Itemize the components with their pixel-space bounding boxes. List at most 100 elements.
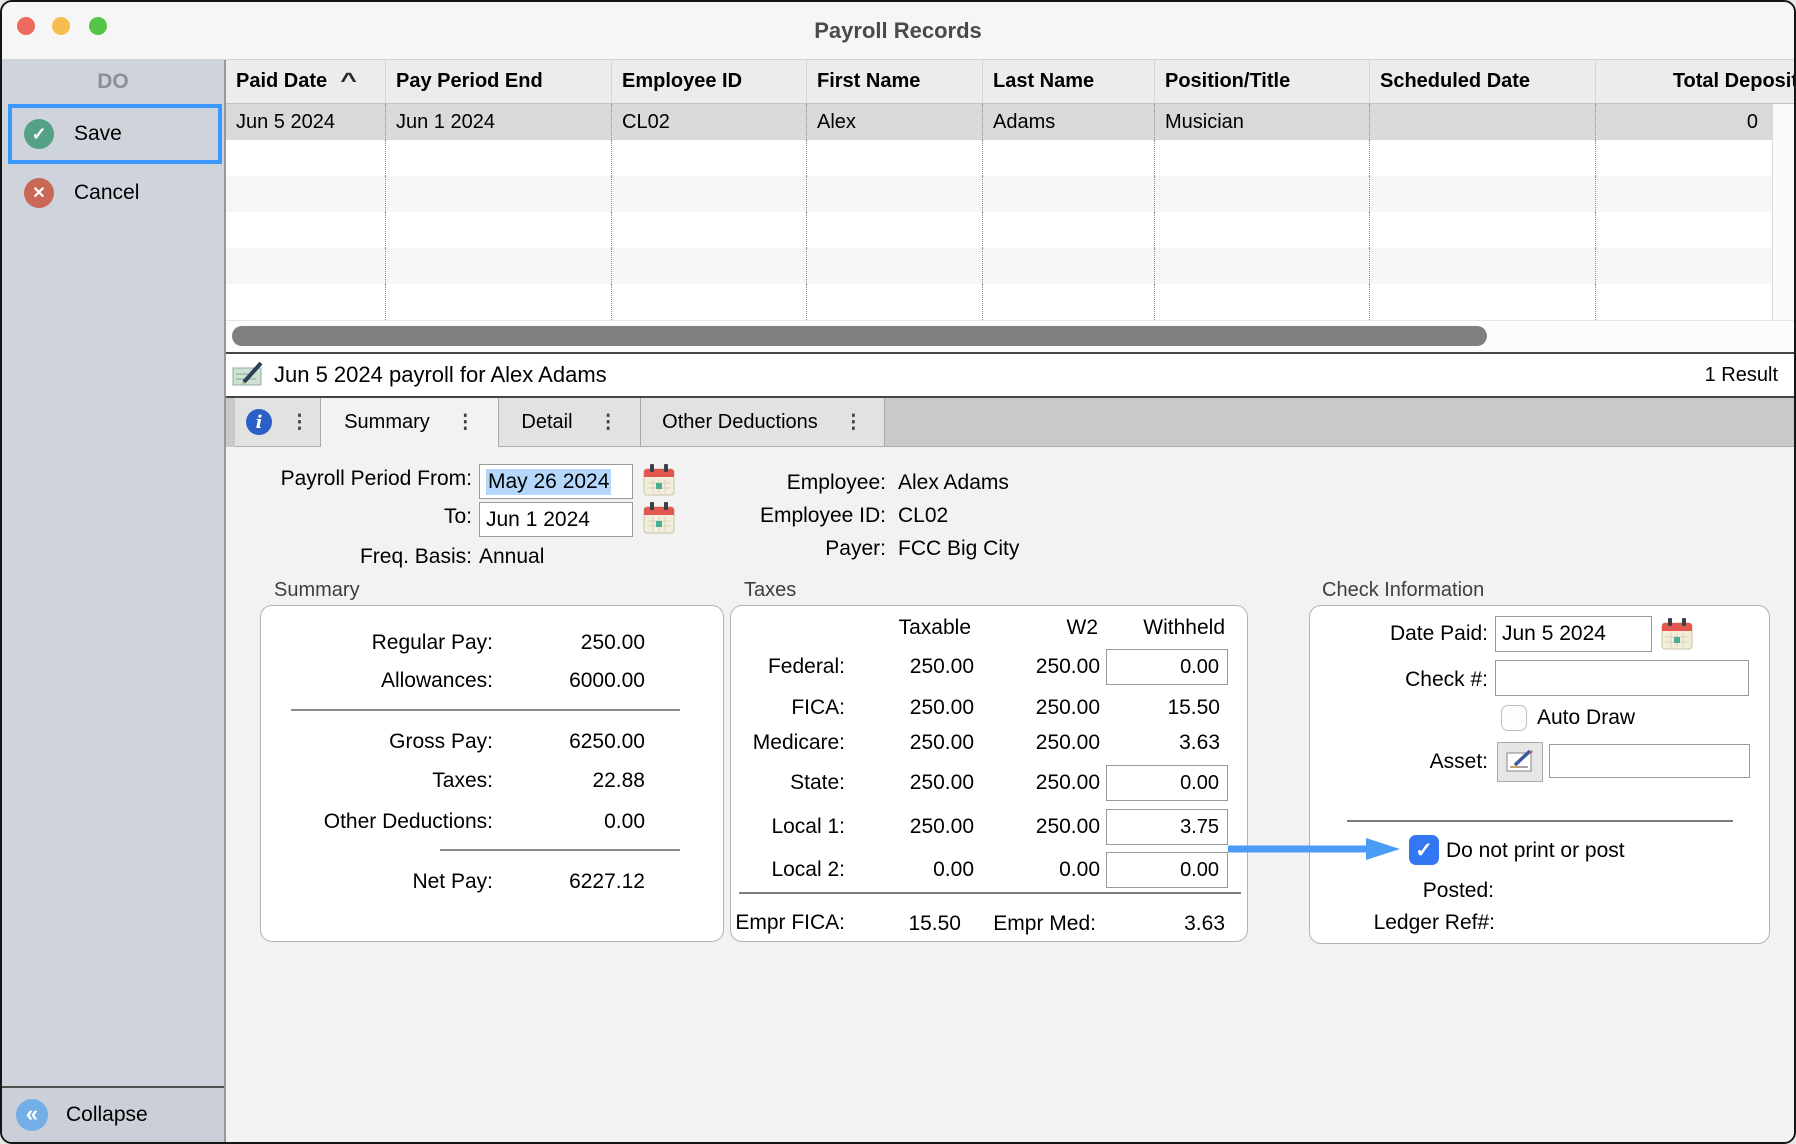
save-button[interactable]: Save (8, 104, 222, 164)
collapse-button[interactable]: Collapse (2, 1086, 224, 1142)
vertical-scrollbar-track[interactable] (1772, 104, 1796, 140)
do-not-print-checkbox[interactable] (1409, 835, 1439, 865)
federal-withheld-input[interactable] (1106, 649, 1228, 685)
empr-med-value: 3.63 (1116, 909, 1225, 939)
table-row-selected[interactable]: Jun 5 2024 Jun 1 2024 CL02 Alex Adams Mu… (226, 104, 1794, 140)
taxes-value: 22.88 (493, 767, 645, 795)
tab-menu-dots-icon[interactable] (599, 411, 618, 434)
tab-menu-dots-icon[interactable] (456, 411, 475, 434)
tab-menu-dots-icon[interactable] (844, 411, 863, 434)
period-to-input[interactable] (479, 502, 633, 537)
federal-taxable: 250.00 (854, 653, 974, 681)
column-header-employee-id[interactable]: Employee ID (612, 60, 807, 103)
fica-withheld: 15.50 (1106, 694, 1220, 722)
fica-taxable: 250.00 (854, 694, 974, 722)
horizontal-scrollbar-thumb[interactable] (232, 326, 1487, 346)
result-count: 1 Result (1705, 364, 1794, 387)
column-header-last-name[interactable]: Last Name (983, 60, 1155, 103)
cancel-button[interactable]: Cancel (8, 172, 222, 214)
summary-group-title: Summary (274, 579, 360, 602)
check-number-label: Check #: (1310, 665, 1488, 695)
sidebar-header: DO (2, 70, 224, 94)
cell-last-name: Adams (983, 104, 1155, 140)
vertical-scrollbar-track[interactable] (1772, 176, 1796, 212)
tab-detail[interactable]: Detail (499, 398, 641, 447)
collapse-button-label: Collapse (66, 1103, 148, 1127)
cell-paid-date: Jun 5 2024 (226, 104, 386, 140)
column-header-scheduled-date[interactable]: Scheduled Date (1370, 60, 1596, 103)
auto-draw-checkbox[interactable] (1501, 705, 1527, 731)
horizontal-scrollbar-track[interactable] (226, 320, 1794, 352)
net-pay-value: 6227.12 (493, 868, 645, 896)
records-table-header: Paid Date ^ Pay Period End Employee ID F… (226, 60, 1794, 104)
check-pen-icon (232, 362, 266, 388)
check-icon (24, 119, 54, 149)
period-from-input[interactable]: May 26 2024 (479, 464, 633, 499)
regular-pay-label: Regular Pay: (261, 629, 493, 657)
state-taxable: 250.00 (854, 769, 974, 797)
titlebar: Payroll Records (2, 2, 1794, 60)
tab-other-deductions-label: Other Deductions (662, 411, 818, 434)
fica-label: FICA: (731, 694, 845, 722)
info-icon (246, 409, 272, 435)
column-header-paid-date[interactable]: Paid Date ^ (226, 60, 386, 103)
allowances-value: 6000.00 (493, 667, 645, 695)
tab-other-deductions[interactable]: Other Deductions (641, 398, 885, 447)
period-from-label: Payroll Period From: (226, 464, 472, 494)
cell-scheduled-date (1370, 104, 1596, 140)
sort-ascending-icon: ^ (340, 69, 357, 93)
local2-taxable: 0.00 (854, 856, 974, 884)
local1-label: Local 1: (731, 813, 845, 841)
column-header-position-title[interactable]: Position/Title (1155, 60, 1370, 103)
tab-info[interactable] (235, 398, 321, 447)
table-row-empty (226, 284, 1794, 320)
w2-column-header: W2 (988, 614, 1098, 642)
employee-value: Alex Adams (898, 468, 1009, 498)
net-pay-label: Net Pay: (261, 868, 493, 896)
asset-input[interactable] (1549, 744, 1750, 778)
asset-picker-button[interactable] (1497, 742, 1543, 782)
taxes-group-box: Taxable W2 Withheld Federal: 250.00 250.… (730, 605, 1248, 942)
main-area: Paid Date ^ Pay Period End Employee ID F… (226, 60, 1794, 1142)
employee-id-label: Employee ID: (646, 501, 886, 531)
local1-withheld-input[interactable] (1106, 809, 1228, 845)
records-table: Paid Date ^ Pay Period End Employee ID F… (226, 60, 1794, 354)
tab-summary[interactable]: Summary (321, 398, 499, 447)
taxes-group-title: Taxes (744, 579, 796, 602)
taxes-label: Taxes: (261, 767, 493, 795)
tab-bar-filler (885, 398, 1794, 447)
calendar-icon[interactable] (1660, 616, 1694, 652)
summary-divider (440, 849, 680, 851)
do-not-print-label: Do not print or post (1446, 836, 1625, 866)
tab-menu-dots-icon[interactable] (290, 411, 309, 434)
double-chevron-left-icon (16, 1099, 48, 1131)
taxable-column-header: Taxable (861, 614, 971, 642)
vertical-scrollbar-track[interactable] (1772, 284, 1796, 320)
payer-value: FCC Big City (898, 534, 1019, 564)
vertical-scrollbar-track[interactable] (1772, 212, 1796, 248)
vertical-scrollbar-track[interactable] (1772, 140, 1796, 176)
federal-w2: 250.00 (980, 653, 1100, 681)
state-label: State: (731, 769, 845, 797)
column-header-first-name[interactable]: First Name (807, 60, 983, 103)
check-info-group-box: Date Paid: Check #: Auto Dr (1309, 605, 1770, 944)
local2-withheld-input[interactable] (1106, 852, 1228, 888)
payer-label: Payer: (646, 534, 886, 564)
column-header-pay-period-end[interactable]: Pay Period End (386, 60, 612, 103)
summary-group-box: Regular Pay:250.00 Allowances:6000.00 Gr… (260, 605, 724, 942)
allowances-label: Allowances: (261, 667, 493, 695)
payroll-records-window: Payroll Records DO Save Cancel Collapse … (0, 0, 1796, 1144)
vertical-scrollbar-track[interactable] (1772, 248, 1796, 284)
date-paid-label: Date Paid: (1310, 619, 1488, 649)
cell-pay-period-end: Jun 1 2024 (386, 104, 612, 140)
state-w2: 250.00 (980, 769, 1100, 797)
local2-w2: 0.00 (980, 856, 1100, 884)
column-header-total-deposit[interactable]: Total Deposit (1596, 60, 1796, 103)
withheld-column-header: Withheld (1115, 614, 1225, 642)
result-bar: Jun 5 2024 payroll for Alex Adams 1 Resu… (226, 354, 1794, 398)
date-paid-input[interactable] (1495, 616, 1652, 652)
ledger-ref-label: Ledger Ref#: (1310, 908, 1495, 938)
state-withheld-input[interactable] (1106, 765, 1228, 801)
column-header-label: Paid Date (236, 70, 327, 93)
check-number-input[interactable] (1495, 660, 1749, 696)
